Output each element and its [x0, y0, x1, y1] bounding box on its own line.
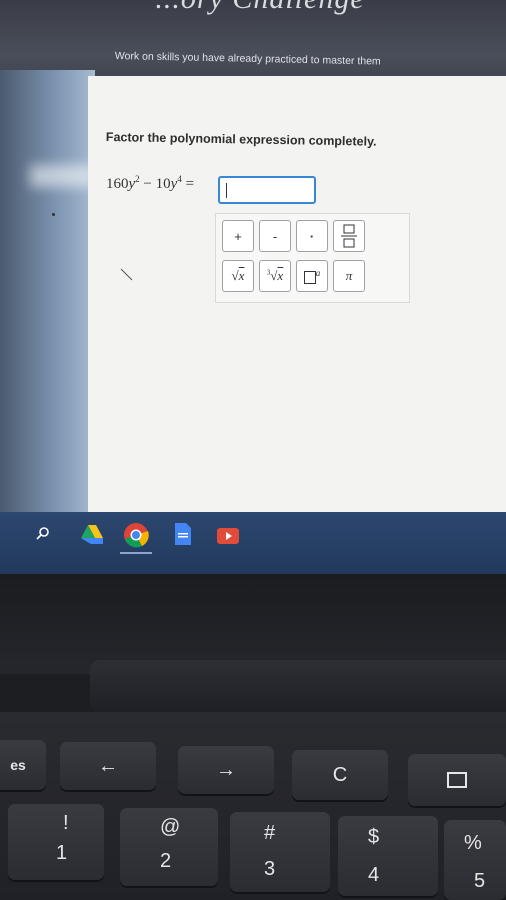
key-3[interactable]: # 3 [230, 812, 330, 892]
fullscreen-icon [447, 772, 467, 788]
mouse-cursor-icon [120, 268, 133, 281]
left-panel [0, 70, 95, 525]
key-5[interactable]: % 5 [444, 820, 506, 900]
screen-glare [30, 165, 95, 187]
key-esc[interactable]: es [0, 740, 46, 790]
question-prompt: Factor the polynomial expression complet… [105, 130, 377, 149]
multiply-dot-key[interactable]: · [296, 220, 328, 252]
fraction-key[interactable] [333, 220, 365, 252]
stray-dot [52, 213, 55, 216]
question-panel: Factor the polynomial expression complet… [88, 76, 506, 538]
coef-2: 10 [155, 176, 171, 192]
key-refresh[interactable]: C [292, 750, 388, 800]
sqrt-icon: √x [231, 268, 245, 283]
search-icon[interactable] [36, 526, 50, 545]
key-fullscreen[interactable] [408, 754, 506, 806]
key-forward[interactable]: → [178, 746, 274, 794]
cube-root-key[interactable]: 3√x [259, 260, 291, 292]
answer-input[interactable] [218, 176, 316, 204]
key-2[interactable]: @ 2 [120, 808, 218, 886]
polynomial-expression: 160y2 − 10y4 = [106, 174, 194, 193]
pi-key[interactable]: π [333, 260, 365, 292]
docs-icon[interactable] [174, 522, 192, 551]
superscript-icon: a [303, 268, 320, 284]
minus-sign: − [143, 176, 152, 192]
sqrt-key[interactable]: √x [222, 260, 254, 292]
cube-root-icon: 3√x [266, 268, 284, 283]
plus-key[interactable]: + [222, 220, 254, 252]
minus-key[interactable]: - [259, 220, 291, 252]
key-back[interactable]: ← [60, 742, 156, 790]
laptop-hinge [90, 660, 506, 712]
page-title: ...ory Challenge [150, 0, 370, 16]
key-4[interactable]: $ 4 [338, 816, 438, 896]
text-caret [226, 183, 227, 198]
os-shelf [0, 512, 506, 574]
page-subtitle: Work on skills you have already practice… [114, 50, 381, 68]
math-keypad: + - · √x 3√x a π [215, 213, 410, 303]
active-indicator [120, 552, 152, 554]
key-1[interactable]: ! 1 [8, 804, 104, 880]
drive-icon[interactable] [80, 524, 104, 549]
slides-icon[interactable] [217, 528, 239, 549]
fraction-icon [341, 224, 357, 248]
exp-1: 2 [135, 174, 140, 184]
exp-2: 4 [177, 174, 182, 184]
equals-sign: = [185, 176, 195, 192]
laptop-bezel [0, 574, 506, 674]
superscript-key[interactable]: a [296, 260, 328, 292]
keyboard: es ← → C ! 1 @ 2 # 3 $ 4 % 5 [0, 712, 506, 900]
coef-1: 160 [106, 176, 129, 192]
chrome-icon[interactable] [123, 522, 149, 553]
